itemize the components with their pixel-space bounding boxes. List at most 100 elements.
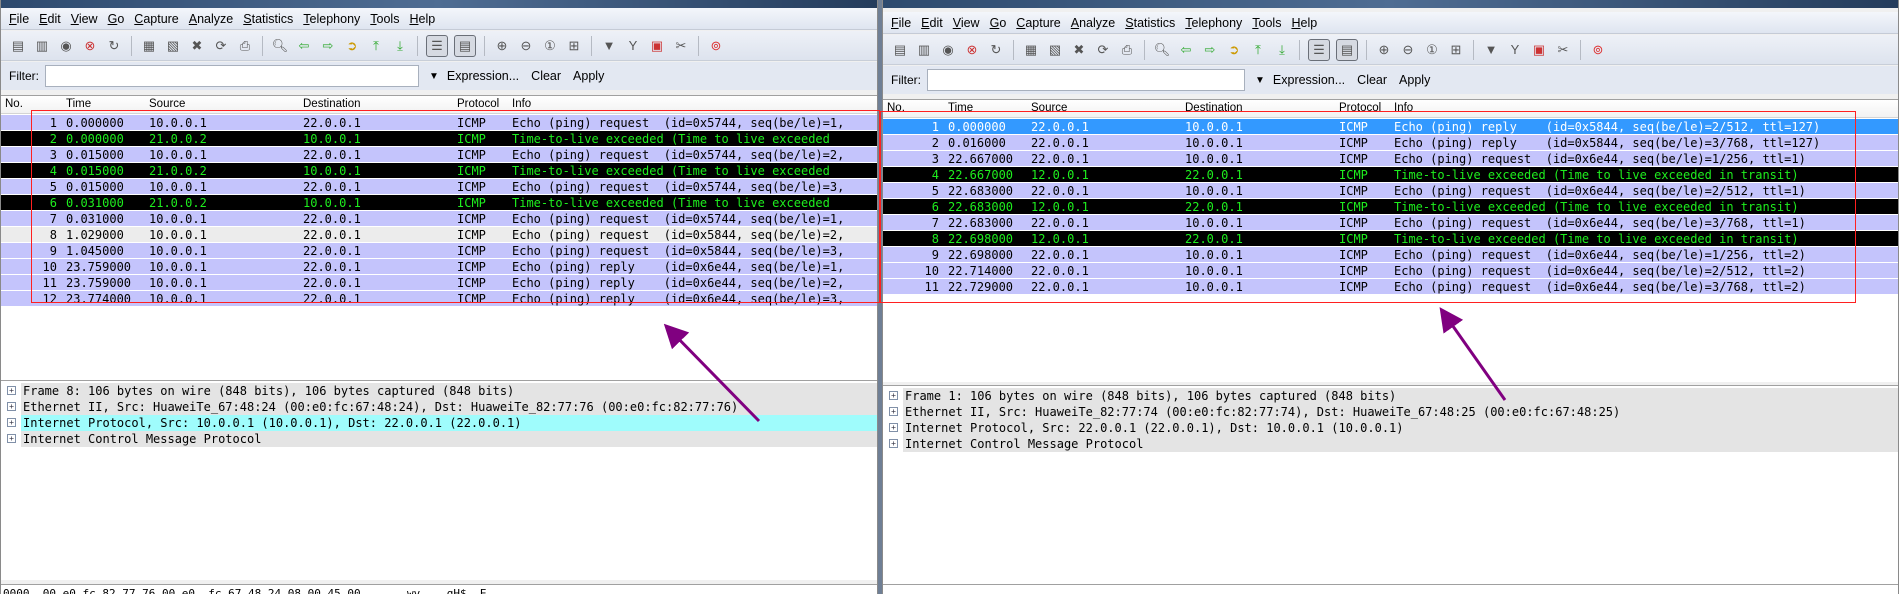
packet-details[interactable]: + Frame 1: 106 bytes on wire (848 bits), … xyxy=(883,385,1898,585)
preferences-icon[interactable]: ✂ xyxy=(672,37,690,55)
menu-help[interactable]: Help xyxy=(409,12,435,26)
auto-scroll-icon[interactable]: ▤ xyxy=(454,34,476,57)
menu-tools[interactable]: Tools xyxy=(370,12,399,26)
resize-columns-icon[interactable]: ⊞ xyxy=(565,37,583,55)
menu-telephony[interactable]: Telephony xyxy=(1185,16,1242,30)
go-first-icon[interactable]: ⤒ xyxy=(1249,41,1267,59)
find-packet-icon[interactable]: 🔍︎ xyxy=(271,37,289,55)
filter-clear-button[interactable]: Clear xyxy=(1357,73,1387,87)
print-icon[interactable]: ⎙ xyxy=(1118,41,1136,59)
filter-expression-button[interactable]: Expression... xyxy=(1273,73,1345,87)
packet-row[interactable]: 8 22.698000 12.0.0.1 22.0.0.1 ICMP Time-to-li… xyxy=(883,231,1898,247)
filter-apply-button[interactable]: Apply xyxy=(573,69,604,83)
capture-options-icon[interactable]: ▥ xyxy=(33,37,51,55)
go-first-icon[interactable]: ⤒ xyxy=(367,37,385,55)
stop-capture-icon[interactable]: ⊗ xyxy=(963,41,981,59)
display-filters-icon[interactable]: Y xyxy=(624,37,642,55)
go-forward-icon[interactable]: ⇨ xyxy=(319,37,337,55)
packet-row[interactable]: 4 0.015000 21.0.0.2 10.0.0.1 ICMP Time-to-liv… xyxy=(1,163,877,179)
coloring-rules-icon[interactable]: ▣ xyxy=(648,37,666,55)
find-packet-icon[interactable]: 🔍︎ xyxy=(1153,41,1171,59)
detail-tree-item[interactable]: + Internet Control Message Protocol xyxy=(889,436,1898,452)
menu-edit[interactable]: Edit xyxy=(39,12,61,26)
menu-statistics[interactable]: Statistics xyxy=(1125,16,1175,30)
packet-details[interactable]: + Frame 8: 106 bytes on wire (848 bits), … xyxy=(1,380,877,580)
colorize-icon[interactable]: ☰ xyxy=(426,34,448,57)
packet-list[interactable]: No. Time Source Destination Protocol Info 1 0.0… xyxy=(1,95,877,382)
menu-capture[interactable]: Capture xyxy=(1016,16,1060,30)
packet-row[interactable]: 5 0.015000 10.0.0.1 22.0.0.1 ICMP Echo (ping)… xyxy=(1,179,877,195)
packet-row[interactable]: 2 0.016000 22.0.0.1 10.0.0.1 ICMP Echo (ping)… xyxy=(883,135,1898,151)
column-header-source[interactable]: Source xyxy=(1031,102,1067,114)
column-header-protocol[interactable]: Protocol xyxy=(1339,102,1381,114)
expand-icon[interactable]: + xyxy=(889,423,898,432)
go-to-packet-icon[interactable]: ➲ xyxy=(1225,41,1243,59)
column-header-no[interactable]: No. xyxy=(5,98,23,110)
menu-file[interactable]: File xyxy=(891,16,911,30)
packet-row[interactable]: 1 0.000000 10.0.0.1 22.0.0.1 ICMP Echo (ping)… xyxy=(1,115,877,131)
expand-icon[interactable]: + xyxy=(7,418,16,427)
zoom-in-icon[interactable]: ⊕ xyxy=(1375,41,1393,59)
packet-row[interactable]: 4 22.667000 12.0.0.1 22.0.0.1 ICMP Time-to-li… xyxy=(883,167,1898,183)
detail-tree-item[interactable]: + Frame 8: 106 bytes on wire (848 bits), … xyxy=(7,383,877,399)
go-last-icon[interactable]: ⤓ xyxy=(1273,41,1291,59)
zoom-out-icon[interactable]: ⊖ xyxy=(1399,41,1417,59)
capture-options-icon[interactable]: ▥ xyxy=(915,41,933,59)
filter-apply-button[interactable]: Apply xyxy=(1399,73,1430,87)
help-icon[interactable]: ⊚ xyxy=(707,37,725,55)
packet-row[interactable]: 7 0.031000 10.0.0.1 22.0.0.1 ICMP Echo (ping)… xyxy=(1,211,877,227)
zoom-in-icon[interactable]: ⊕ xyxy=(493,37,511,55)
detail-tree-item[interactable]: + Frame 1: 106 bytes on wire (848 bits), … xyxy=(889,388,1898,404)
column-header-source[interactable]: Source xyxy=(149,98,185,110)
menu-analyze[interactable]: Analyze xyxy=(1071,16,1115,30)
go-back-icon[interactable]: ⇦ xyxy=(1177,41,1195,59)
packet-row[interactable]: 9 1.045000 10.0.0.1 22.0.0.1 ICMP Echo (ping)… xyxy=(1,243,877,259)
start-capture-icon[interactable]: ◉ xyxy=(57,37,75,55)
capture-filters-icon[interactable]: ▼ xyxy=(600,37,618,55)
close-file-icon[interactable]: ✖ xyxy=(1070,41,1088,59)
menu-edit[interactable]: Edit xyxy=(921,16,943,30)
filter-input[interactable] xyxy=(927,69,1245,91)
auto-scroll-icon[interactable]: ▤ xyxy=(1336,38,1358,61)
packet-bytes[interactable] xyxy=(883,584,1898,594)
detail-tree-item[interactable]: + Internet Control Message Protocol xyxy=(7,431,877,447)
packet-row[interactable]: 12 23.774000 10.0.0.1 22.0.0.1 ICMP Echo (pin… xyxy=(1,291,877,307)
resize-columns-icon[interactable]: ⊞ xyxy=(1447,41,1465,59)
column-header-destination[interactable]: Destination xyxy=(303,98,361,110)
detail-tree-item[interactable]: + Internet Protocol, Src: 22.0.0.1 (22.0.… xyxy=(889,420,1898,436)
packet-list[interactable]: No. Time Source Destination Protocol Info 1 0.0… xyxy=(883,99,1898,382)
go-forward-icon[interactable]: ⇨ xyxy=(1201,41,1219,59)
interface-list-icon[interactable]: ▤ xyxy=(9,37,27,55)
save-file-icon[interactable]: ▧ xyxy=(1046,41,1064,59)
menu-view[interactable]: View xyxy=(71,12,98,26)
menu-view[interactable]: View xyxy=(953,16,980,30)
expand-icon[interactable]: + xyxy=(889,407,898,416)
coloring-rules-icon[interactable]: ▣ xyxy=(1530,41,1548,59)
expand-icon[interactable]: + xyxy=(7,434,16,443)
menu-analyze[interactable]: Analyze xyxy=(189,12,233,26)
reload-icon[interactable]: ⟳ xyxy=(1094,41,1112,59)
packet-row[interactable]: 2 0.000000 21.0.0.2 10.0.0.1 ICMP Time-to-liv… xyxy=(1,131,877,147)
zoom-out-icon[interactable]: ⊖ xyxy=(517,37,535,55)
detail-tree-item[interactable]: + Ethernet II, Src: HuaweiTe_82:77:74 (00… xyxy=(889,404,1898,420)
column-header-time[interactable]: Time xyxy=(66,98,91,110)
packet-row[interactable]: 10 22.714000 22.0.0.1 10.0.0.1 ICMP Echo (pin… xyxy=(883,263,1898,279)
menu-capture[interactable]: Capture xyxy=(134,12,178,26)
filter-dropdown-icon[interactable]: ▼ xyxy=(1255,75,1265,86)
expand-icon[interactable]: + xyxy=(7,386,16,395)
packet-row[interactable]: 8 1.029000 10.0.0.1 22.0.0.1 ICMP Echo (ping)… xyxy=(1,227,877,243)
packet-row[interactable]: 1 0.000000 22.0.0.1 10.0.0.1 ICMP Echo (ping)… xyxy=(883,119,1898,135)
packet-row[interactable]: 3 22.667000 22.0.0.1 10.0.0.1 ICMP Echo (ping… xyxy=(883,151,1898,167)
print-icon[interactable]: ⎙ xyxy=(236,37,254,55)
capture-filters-icon[interactable]: ▼ xyxy=(1482,41,1500,59)
packet-row[interactable]: 11 22.729000 22.0.0.1 10.0.0.1 ICMP Echo (pin… xyxy=(883,279,1898,295)
stop-capture-icon[interactable]: ⊗ xyxy=(81,37,99,55)
reload-icon[interactable]: ⟳ xyxy=(212,37,230,55)
zoom-normal-icon[interactable]: ① xyxy=(1423,41,1441,59)
zoom-normal-icon[interactable]: ① xyxy=(541,37,559,55)
packet-row[interactable]: 9 22.698000 22.0.0.1 10.0.0.1 ICMP Echo (ping… xyxy=(883,247,1898,263)
expand-icon[interactable]: + xyxy=(889,439,898,448)
filter-clear-button[interactable]: Clear xyxy=(531,69,561,83)
packet-row[interactable]: 7 22.683000 22.0.0.1 10.0.0.1 ICMP Echo (ping… xyxy=(883,215,1898,231)
packet-row[interactable]: 6 22.683000 12.0.0.1 22.0.0.1 ICMP Time-to-li… xyxy=(883,199,1898,215)
